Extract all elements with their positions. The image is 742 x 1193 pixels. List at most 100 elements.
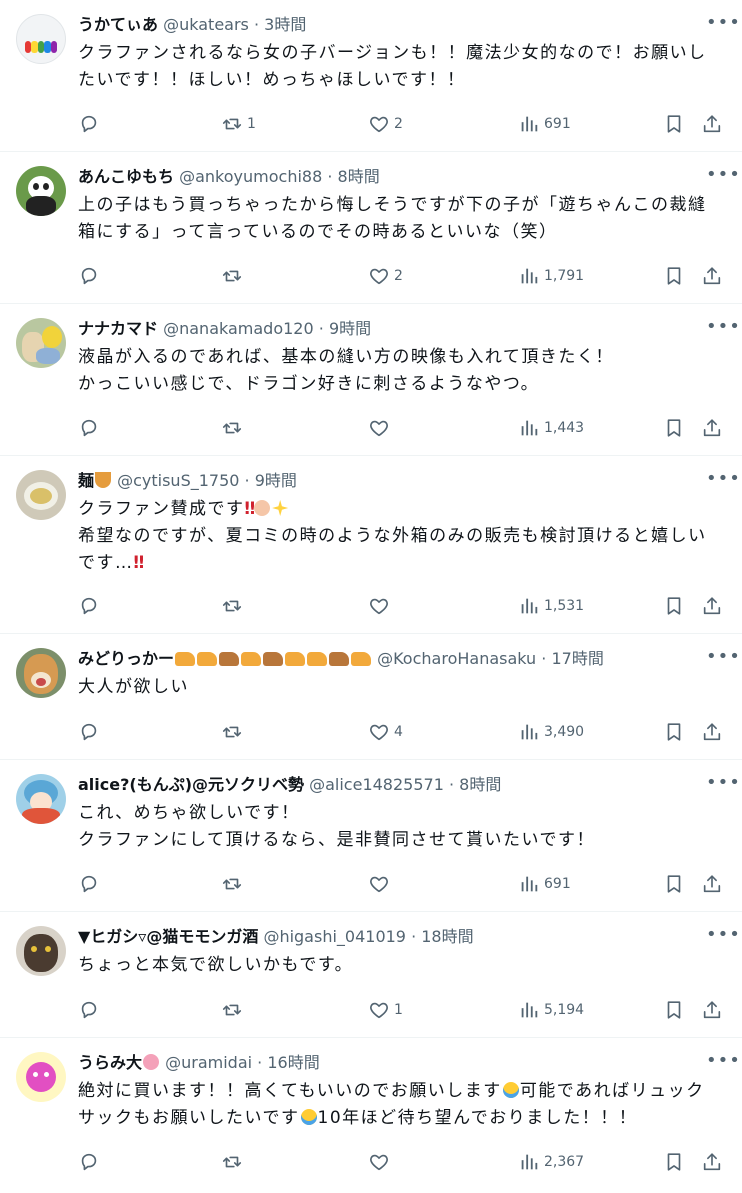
retweet-button[interactable] <box>221 719 243 745</box>
author-name[interactable]: うかてぃあ <box>78 15 158 34</box>
reply-post[interactable]: みどりっかー @KocharoHanasaku · 17時間 大人が欲しい ••… <box>0 634 742 760</box>
reply-button[interactable] <box>78 871 100 897</box>
author-name[interactable]: みどりっかー <box>78 649 174 668</box>
avatar[interactable] <box>16 648 66 698</box>
author-handle[interactable]: @higashi_041019 <box>263 927 406 946</box>
author-name[interactable]: あんこゆもち <box>78 167 174 186</box>
reply-post[interactable]: うかてぃあ @ukatears · 3時間 クラファンされるなら女の子バージョン… <box>0 0 742 152</box>
avatar[interactable] <box>16 166 66 216</box>
reply-post[interactable]: あんこゆもち @ankoyumochi88 · 8時間 上の子はもう買っちゃった… <box>0 152 742 304</box>
like-button[interactable]: 2 <box>368 263 403 289</box>
reply-button[interactable] <box>78 1149 100 1175</box>
reply-button[interactable] <box>78 997 100 1023</box>
share-button[interactable] <box>701 871 723 897</box>
avatar[interactable] <box>16 318 66 368</box>
timestamp[interactable]: 17時間 <box>551 649 603 668</box>
more-dots-icon[interactable]: ••• <box>706 14 740 40</box>
like-button[interactable] <box>368 593 390 619</box>
author-handle[interactable]: @ukatears <box>163 15 249 34</box>
views-button[interactable]: 2,367 <box>518 1149 584 1175</box>
views-button[interactable]: 691 <box>518 871 571 897</box>
timestamp[interactable]: 8時間 <box>338 167 380 186</box>
author-handle[interactable]: @KocharoHanasaku <box>377 649 536 668</box>
more-dots-icon[interactable]: ••• <box>706 318 740 344</box>
bookmark-button[interactable] <box>663 415 685 441</box>
bookmark-button[interactable] <box>663 593 685 619</box>
author-handle[interactable]: @alice14825571 <box>309 775 444 794</box>
retweet-button[interactable] <box>221 263 247 289</box>
reply-post[interactable]: ▼ヒガシ▿@猫モモンガ酒 @higashi_041019 · 18時間 ちょっと… <box>0 912 742 1038</box>
more-dots-icon[interactable]: ••• <box>706 926 740 952</box>
avatar[interactable] <box>16 774 66 824</box>
more-dots-icon[interactable]: ••• <box>706 648 740 674</box>
retweet-button[interactable] <box>221 997 243 1023</box>
bookmark-button[interactable] <box>663 1149 685 1175</box>
timestamp[interactable]: 8時間 <box>459 775 501 794</box>
like-button[interactable] <box>368 1149 390 1175</box>
views-button[interactable]: 5,194 <box>518 997 584 1023</box>
reply-post[interactable]: alice?(もんぷ)@元ソクリベ勢 @alice14825571 · 8時間 … <box>0 760 742 912</box>
more-dots-icon[interactable]: ••• <box>706 774 740 800</box>
author-name[interactable]: 麺 <box>78 471 94 490</box>
retweet-button[interactable] <box>221 1149 243 1175</box>
share-button[interactable] <box>701 997 723 1023</box>
bookmark-button[interactable] <box>663 263 685 289</box>
reply-post[interactable]: うらみ大 @uramidai · 16時間 絶対に買います！！高くてもいいのでお… <box>0 1038 742 1193</box>
views-button[interactable]: 1,531 <box>518 593 584 619</box>
views-button[interactable]: 691 <box>518 111 571 137</box>
like-button[interactable] <box>368 415 390 441</box>
retweet-button[interactable]: 1 <box>221 111 256 137</box>
retweet-button[interactable] <box>221 593 243 619</box>
bookmark-button[interactable] <box>663 719 685 745</box>
reply-button[interactable] <box>78 719 100 745</box>
bookmark-button[interactable] <box>663 871 685 897</box>
reply-post[interactable]: ナナカマド @nanakamado120 · 9時間 液晶が入るのであれば、基本… <box>0 304 742 456</box>
author-handle[interactable]: @nanakamado120 <box>163 319 314 338</box>
avatar[interactable] <box>16 926 66 976</box>
share-button[interactable] <box>701 111 723 137</box>
author-name[interactable]: うらみ大 <box>78 1053 142 1072</box>
reply-icon <box>78 873 100 895</box>
timestamp[interactable]: 18時間 <box>421 927 473 946</box>
share-button[interactable] <box>701 263 723 289</box>
heart-icon <box>368 721 390 743</box>
views-button[interactable]: 1,791 <box>518 263 584 289</box>
like-button[interactable]: 1 <box>368 997 403 1023</box>
avatar[interactable] <box>16 1052 66 1102</box>
share-button[interactable] <box>701 593 723 619</box>
retweet-button[interactable] <box>221 871 243 897</box>
share-button[interactable] <box>701 1149 723 1175</box>
separator-dot: · <box>536 649 552 668</box>
reply-button[interactable] <box>78 593 100 619</box>
like-button[interactable]: 2 <box>368 111 403 137</box>
like-button[interactable]: 4 <box>368 719 403 745</box>
avatar[interactable] <box>16 470 66 520</box>
author-name[interactable]: ナナカマド <box>78 319 158 338</box>
author-handle[interactable]: @cytisuS_1750 <box>117 471 239 490</box>
retweet-button[interactable] <box>221 415 243 441</box>
more-dots-icon[interactable]: ••• <box>706 166 740 192</box>
reply-button[interactable] <box>78 415 100 441</box>
dog-emoji-icon <box>241 652 262 666</box>
reply-button[interactable] <box>78 111 100 137</box>
bookmark-button[interactable] <box>663 997 685 1023</box>
timestamp[interactable]: 9時間 <box>329 319 371 338</box>
timestamp[interactable]: 9時間 <box>255 471 297 490</box>
timestamp[interactable]: 16時間 <box>267 1053 319 1072</box>
timestamp[interactable]: 3時間 <box>264 15 306 34</box>
author-handle[interactable]: @ankoyumochi88 <box>179 167 322 186</box>
share-button[interactable] <box>701 719 723 745</box>
more-dots-icon[interactable]: ••• <box>706 1052 740 1078</box>
reply-post[interactable]: 麺 @cytisuS_1750 · 9時間 クラファン賛成です‼ 希望なのですが… <box>0 456 742 634</box>
author-name[interactable]: alice?(もんぷ)@元ソクリベ勢 <box>78 775 304 794</box>
reply-button[interactable] <box>78 263 100 289</box>
views-button[interactable]: 3,490 <box>518 719 584 745</box>
views-button[interactable]: 1,443 <box>518 415 584 441</box>
author-name[interactable]: ▼ヒガシ▿@猫モモンガ酒 <box>78 927 258 946</box>
author-handle[interactable]: @uramidai <box>165 1053 252 1072</box>
bookmark-button[interactable] <box>663 111 685 137</box>
avatar[interactable] <box>16 14 66 64</box>
share-button[interactable] <box>701 415 723 441</box>
more-dots-icon[interactable]: ••• <box>706 470 740 496</box>
like-button[interactable] <box>368 871 390 897</box>
